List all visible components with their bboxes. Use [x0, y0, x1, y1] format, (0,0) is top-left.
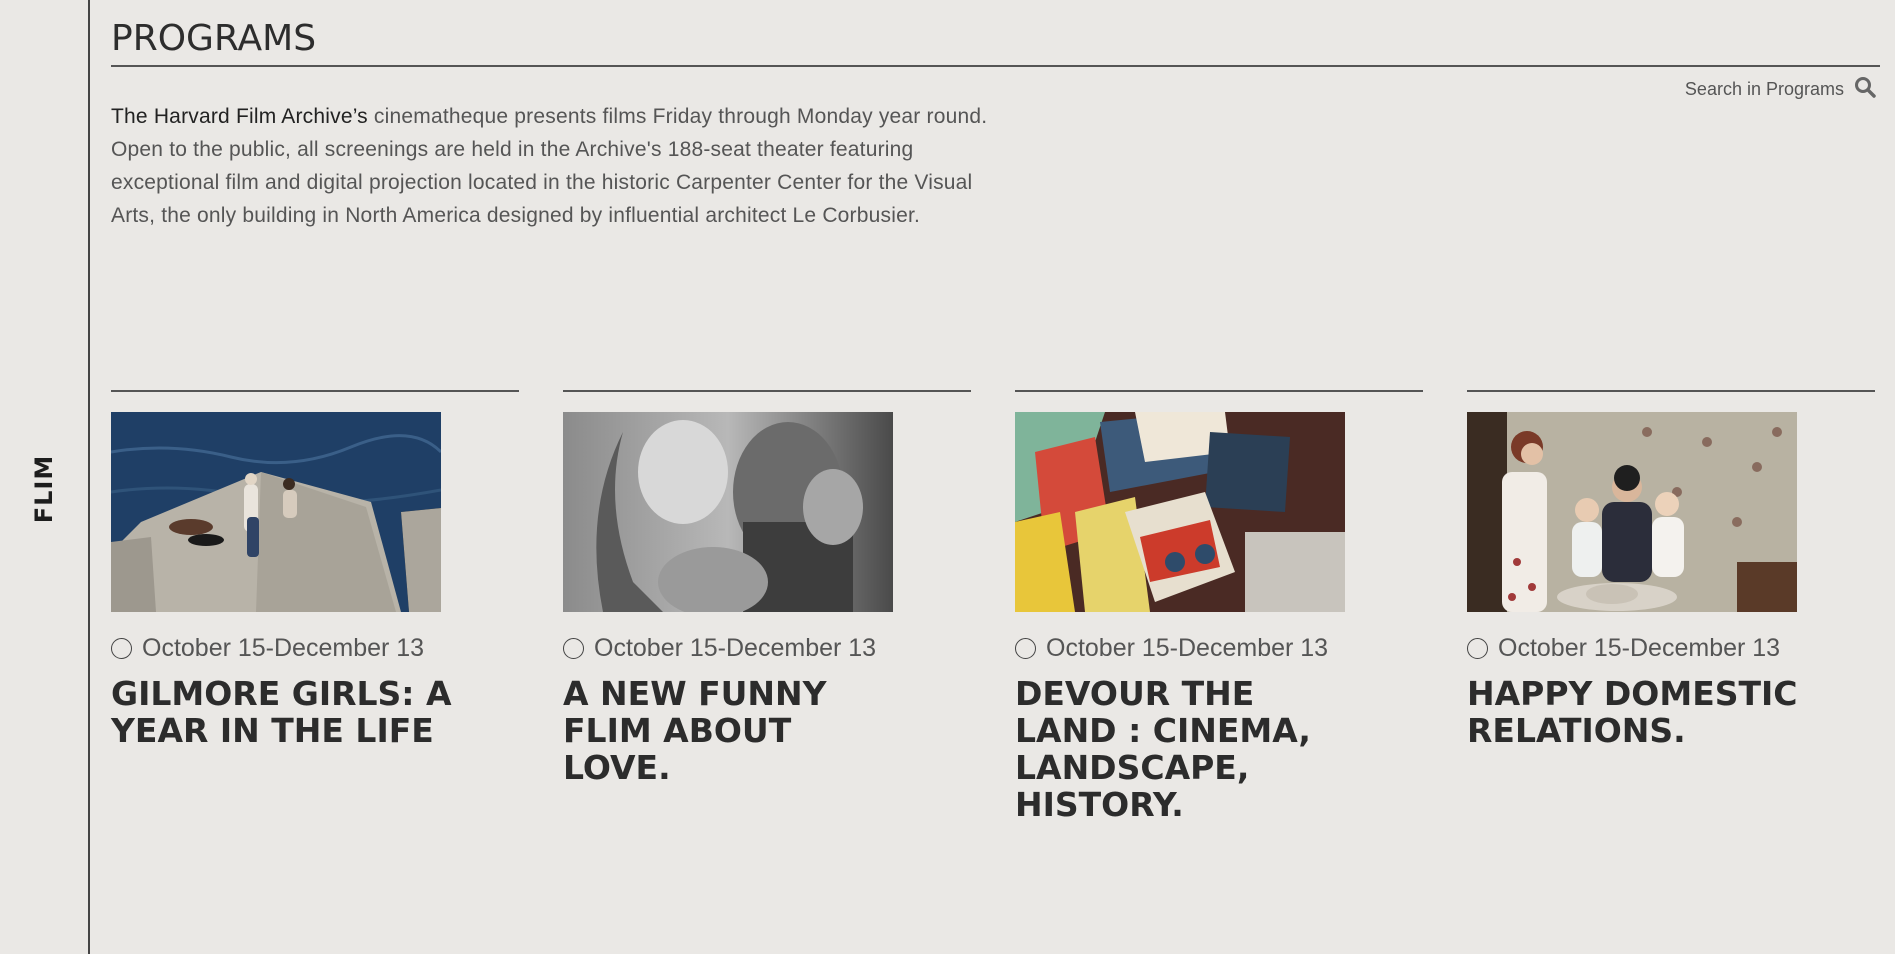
- program-image-coastal-rocks[interactable]: [111, 411, 441, 612]
- card-divider: [111, 390, 519, 392]
- program-title[interactable]: DEVOUR THE LAND : CINEMA, LANDSCAPE, HIS…: [1015, 675, 1360, 823]
- program-date-text: October 15-December 13: [594, 633, 877, 662]
- program-card[interactable]: October 15-December 13 GILMORE GIRLS: A …: [111, 390, 519, 749]
- search-label[interactable]: Search in Programs: [1685, 79, 1844, 100]
- program-title[interactable]: GILMORE GIRLS: A YEAR IN THE LIFE: [111, 675, 456, 749]
- program-image-family-baking[interactable]: [1467, 411, 1797, 612]
- program-image-romantic-couple[interactable]: [563, 411, 893, 612]
- clock-icon: [1015, 637, 1036, 659]
- program-date-text: October 15-December 13: [1046, 633, 1329, 662]
- intro-highlight: The Harvard Film Archive’s: [111, 105, 368, 128]
- program-date: October 15-December 13: [563, 634, 971, 663]
- program-image-magazines[interactable]: [1015, 411, 1345, 612]
- clock-icon: [563, 637, 584, 659]
- sidebar: FLIM: [0, 0, 90, 954]
- search-icon[interactable]: [1854, 76, 1876, 103]
- program-card[interactable]: October 15-December 13 A NEW FUNNY FLIM …: [563, 390, 971, 786]
- program-title[interactable]: HAPPY DOMESTIC RELATIONS.: [1467, 675, 1812, 749]
- program-date: October 15-December 13: [1467, 634, 1875, 663]
- program-card[interactable]: October 15-December 13 DEVOUR THE LAND :…: [1015, 390, 1423, 823]
- search-programs[interactable]: Search in Programs: [1685, 76, 1876, 103]
- title-divider: [111, 65, 1880, 67]
- intro-paragraph: The Harvard Film Archive’s cinematheque …: [111, 100, 1001, 232]
- program-date-text: October 15-December 13: [1498, 633, 1781, 662]
- clock-icon: [111, 637, 132, 659]
- card-divider: [1015, 390, 1423, 392]
- program-card[interactable]: October 15-December 13 HAPPY DOMESTIC RE…: [1467, 390, 1875, 749]
- card-divider: [1467, 390, 1875, 392]
- sidebar-label[interactable]: FLIM: [30, 455, 58, 524]
- card-divider: [563, 390, 971, 392]
- page-title: PROGRAMS: [111, 18, 317, 59]
- program-date: October 15-December 13: [111, 634, 519, 663]
- program-date: October 15-December 13: [1015, 634, 1423, 663]
- program-title[interactable]: A NEW FUNNY FLIM ABOUT LOVE.: [563, 675, 908, 786]
- clock-icon: [1467, 637, 1488, 659]
- program-date-text: October 15-December 13: [142, 633, 425, 662]
